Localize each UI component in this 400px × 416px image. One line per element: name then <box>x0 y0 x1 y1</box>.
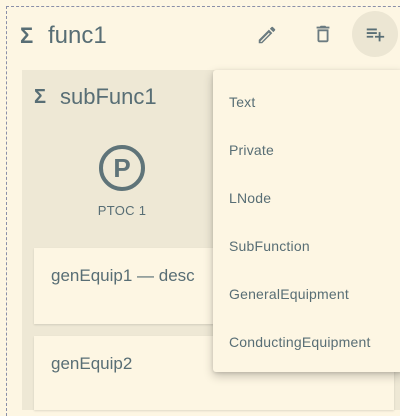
add-child-menu: Text Private LNode SubFunction GeneralEq… <box>213 70 400 372</box>
menu-item-private[interactable]: Private <box>213 126 400 174</box>
delete-button[interactable] <box>310 21 336 47</box>
function-header: Σ func1 <box>20 14 107 58</box>
lnode-label: PTOC 1 <box>97 203 147 218</box>
lnode-protection-icon: P <box>99 145 145 191</box>
menu-item-conducting-equipment[interactable]: ConductingEquipment <box>213 318 400 366</box>
subfunction-header: Σ subFunc1 <box>34 84 157 110</box>
menu-item-text[interactable]: Text <box>213 78 400 126</box>
sigma-icon: Σ <box>34 85 47 108</box>
pencil-icon <box>258 26 276 44</box>
equipment-label: genEquip2 <box>51 354 133 373</box>
sigma-icon: Σ <box>20 23 34 48</box>
subfunction-title: subFunc1 <box>60 84 157 109</box>
trash-icon <box>316 25 330 43</box>
playlist-add-icon <box>366 28 385 42</box>
function-title: func1 <box>48 22 107 49</box>
lnode-symbol: P <box>113 153 130 183</box>
menu-item-lnode[interactable]: LNode <box>213 174 400 222</box>
add-child-button[interactable] <box>352 11 398 57</box>
menu-item-subfunction[interactable]: SubFunction <box>213 222 400 270</box>
lnode-ptoc[interactable]: P PTOC 1 <box>94 144 150 218</box>
menu-item-general-equipment[interactable]: GeneralEquipment <box>213 270 400 318</box>
equipment-label: genEquip1 — desc <box>51 266 195 285</box>
edit-button[interactable] <box>254 22 280 48</box>
